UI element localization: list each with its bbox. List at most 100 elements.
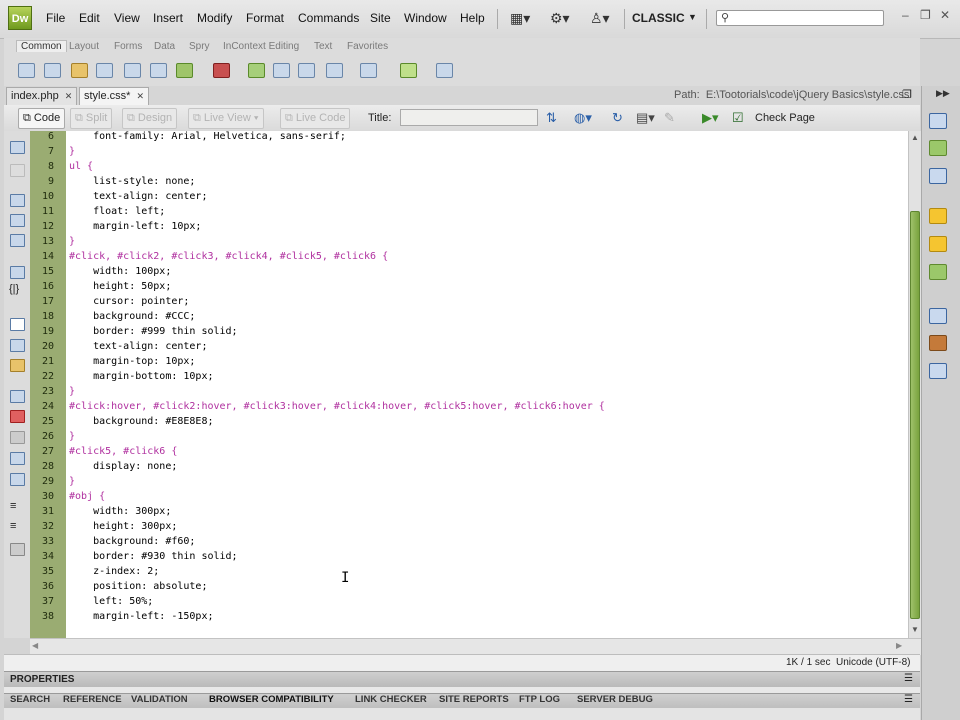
head-icon[interactable] xyxy=(326,63,343,78)
code-line[interactable]: margin-left: 10px; xyxy=(69,219,201,234)
tag-chooser-icon[interactable] xyxy=(436,63,453,78)
date-icon[interactable] xyxy=(248,63,265,78)
div-icon[interactable] xyxy=(150,63,167,78)
close-icon[interactable]: ✕ xyxy=(940,8,950,22)
close-icon[interactable]: ✕ xyxy=(65,91,73,101)
databases-icon[interactable] xyxy=(929,208,947,224)
insert-tab-common[interactable]: Common xyxy=(16,40,67,52)
chevron-down-icon[interactable]: ▼ xyxy=(688,12,697,22)
insert-tab-favorites[interactable]: Favorites xyxy=(347,41,388,52)
results-tab-browser-compatibility[interactable]: BROWSER COMPATIBILITY xyxy=(209,694,334,705)
globe-preview-icon[interactable]: ◍▾ xyxy=(574,110,592,126)
results-tab-validation[interactable]: VALIDATION xyxy=(131,694,188,705)
code-view-button[interactable]: ⧉ Code xyxy=(18,108,66,129)
assets-icon[interactable] xyxy=(929,335,947,351)
menu-insert[interactable]: Insert xyxy=(153,11,183,25)
server-side-include-icon[interactable] xyxy=(273,63,290,78)
code-line[interactable]: } xyxy=(69,429,75,444)
code-line[interactable]: height: 50px; xyxy=(69,279,171,294)
code-line[interactable]: margin-left: -150px; xyxy=(69,609,213,624)
code-line[interactable]: background: #CCC; xyxy=(69,309,195,324)
results-tab-search[interactable]: SEARCH xyxy=(10,694,50,705)
files-icon[interactable] xyxy=(929,308,947,324)
menu-site[interactable]: Site xyxy=(370,11,391,25)
layout-icon[interactable]: ▦▾ xyxy=(510,10,530,27)
code-line[interactable]: } xyxy=(69,234,75,249)
code-line[interactable]: position: absolute; xyxy=(69,579,207,594)
panel-menu-icon[interactable]: ☰ xyxy=(904,694,913,705)
menu-view[interactable]: View xyxy=(114,11,140,25)
insert-tab-incontext[interactable]: InContext Editing xyxy=(223,41,299,52)
code-line[interactable]: left: 50%; xyxy=(69,594,153,609)
visual-aids-icon[interactable]: ✎ xyxy=(664,110,675,126)
code-line[interactable]: height: 300px; xyxy=(69,519,177,534)
code-line[interactable]: } xyxy=(69,474,75,489)
collapse-selection-icon[interactable] xyxy=(10,214,25,227)
code-line[interactable]: #click, #click2, #click3, #click4, #clic… xyxy=(69,249,388,264)
server-behaviors-icon[interactable] xyxy=(929,264,947,280)
apply-comment-icon[interactable] xyxy=(10,390,25,403)
code-line[interactable]: font-family: Arial, Helvetica, sans-seri… xyxy=(69,129,346,144)
validate-markup-icon[interactable]: ▶▾ xyxy=(702,110,719,126)
code-line[interactable]: #click5, #click6 { xyxy=(69,444,177,459)
code-line[interactable]: z-index: 2; xyxy=(69,564,159,579)
format-source-icon[interactable] xyxy=(10,543,25,556)
menu-window[interactable]: Window xyxy=(404,11,447,25)
code-line[interactable]: display: none; xyxy=(69,459,177,474)
view-options-icon[interactable]: ▤▾ xyxy=(636,110,655,126)
properties-panel-header[interactable] xyxy=(4,671,920,688)
outdent-code-icon[interactable]: ≡ xyxy=(10,520,23,534)
show-code-navigator-icon[interactable] xyxy=(10,164,25,177)
results-tab-site-reports[interactable]: SITE REPORTS xyxy=(439,694,509,705)
gear-icon[interactable]: ⚙▾ xyxy=(550,10,570,27)
design-view-button[interactable]: ⧉ Design xyxy=(122,108,178,129)
code-line[interactable]: border: #999 thin solid; xyxy=(69,324,238,339)
tab-style-css[interactable]: style.css* ✕ xyxy=(79,87,150,105)
results-tab-link-checker[interactable]: LINK CHECKER xyxy=(355,694,427,705)
expand-all-icon[interactable] xyxy=(10,234,25,247)
check-page-icon[interactable]: ☑ xyxy=(732,110,744,126)
refresh-icon[interactable]: ↻ xyxy=(612,110,623,126)
ap-elements-icon[interactable] xyxy=(929,168,947,184)
scroll-down-icon[interactable]: ▼ xyxy=(911,625,919,634)
scroll-left-icon[interactable]: ◀ xyxy=(32,641,38,650)
menu-file[interactable]: File xyxy=(46,11,65,25)
snippets-icon[interactable] xyxy=(929,363,947,379)
insert-tab-text[interactable]: Text xyxy=(314,41,332,52)
bindings-icon[interactable] xyxy=(929,236,947,252)
collapse-full-tag-icon[interactable] xyxy=(10,194,25,207)
file-management-icon[interactable]: ⇅ xyxy=(546,110,557,126)
move-css-icon[interactable] xyxy=(10,473,25,486)
check-page-button[interactable]: Check Page xyxy=(755,112,815,124)
vertical-scrollbar[interactable]: ▲ ▼ xyxy=(908,131,922,638)
menu-edit[interactable]: Edit xyxy=(79,11,100,25)
workspace-switcher[interactable]: CLASSIC xyxy=(632,11,685,25)
comment-icon[interactable] xyxy=(298,63,315,78)
horizontal-rule-icon[interactable] xyxy=(96,63,113,78)
code-line[interactable]: width: 300px; xyxy=(69,504,171,519)
syntax-error-alerts-icon[interactable] xyxy=(10,359,25,372)
live-view-button[interactable]: ⧉ Live View ▾ xyxy=(188,108,264,129)
restore-icon[interactable]: ❐ xyxy=(920,8,931,22)
live-code-button[interactable]: ⧉ Live Code xyxy=(280,108,351,129)
results-tab-ftp-log[interactable]: FTP LOG xyxy=(519,694,560,705)
minimize-icon[interactable]: – xyxy=(902,8,909,22)
site-manager-icon[interactable]: ♙▾ xyxy=(590,10,610,27)
insert-tab-layout[interactable]: Layout xyxy=(69,41,99,52)
insert-tab-forms[interactable]: Forms xyxy=(114,41,142,52)
select-parent-tag-icon[interactable] xyxy=(10,266,25,279)
css-styles-icon[interactable] xyxy=(929,140,947,156)
code-line[interactable]: background: #f60; xyxy=(69,534,195,549)
balance-braces-icon[interactable]: {|} xyxy=(9,283,23,297)
code-line[interactable]: width: 100px; xyxy=(69,264,171,279)
menu-modify[interactable]: Modify xyxy=(197,11,232,25)
email-link-icon[interactable] xyxy=(44,63,61,78)
scroll-up-icon[interactable]: ▲ xyxy=(911,133,919,142)
insert-panel-icon[interactable] xyxy=(929,113,947,129)
code-line[interactable]: background: #E8E8E8; xyxy=(69,414,213,429)
scrollbar-thumb[interactable] xyxy=(910,211,920,619)
table-icon[interactable] xyxy=(124,63,141,78)
restore-document-icon[interactable]: ❐ xyxy=(902,88,912,101)
image-icon[interactable] xyxy=(176,63,193,78)
highlight-invalid-code-icon[interactable] xyxy=(10,339,25,352)
